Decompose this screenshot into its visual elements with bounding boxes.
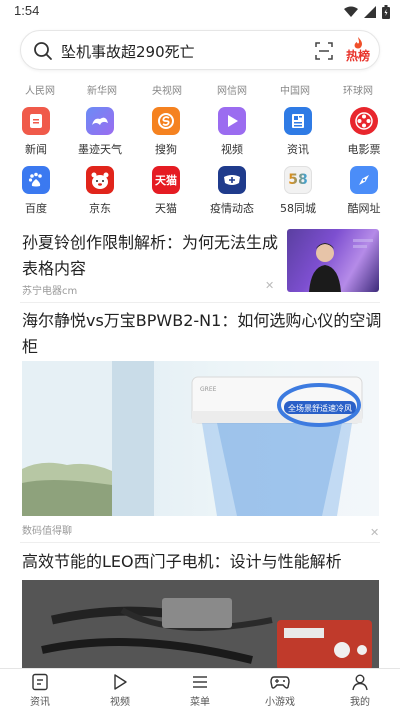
nav-games[interactable]: 小游戏 (250, 673, 310, 708)
divider (20, 302, 380, 303)
nav-profile[interactable]: 我的 (330, 673, 390, 708)
app-news[interactable]: 新闻 (8, 107, 64, 157)
news-source: 苏宁电器cm (22, 286, 78, 297)
site-link-renmin[interactable]: 人民网 (10, 82, 70, 97)
news-nav-icon (32, 673, 48, 691)
menu-icon (193, 676, 207, 688)
nav-menu[interactable]: 菜单 (170, 673, 230, 708)
site-link-xinhua[interactable]: 新华网 (72, 82, 132, 97)
info-app-icon (284, 107, 312, 135)
flame-icon (354, 37, 362, 49)
person-portrait-image (309, 239, 373, 292)
app-label: 疫情动态 (210, 202, 254, 215)
nav-label: 菜单 (190, 697, 210, 708)
jd-app-icon (86, 166, 114, 194)
status-time: 1:54 (14, 3, 40, 18)
nav-news[interactable]: 资讯 (10, 673, 70, 708)
dismiss-icon[interactable]: ✕ (370, 526, 379, 539)
app-label: 视频 (221, 143, 243, 156)
app-label: 墨迹天气 (78, 143, 122, 156)
app-movie-ticket[interactable]: 电影票 (336, 107, 392, 157)
site-link-wangxin[interactable]: 网信网 (202, 82, 262, 97)
dismiss-icon[interactable]: ✕ (265, 279, 274, 292)
app-tmall[interactable]: 天猫 天猫 (138, 166, 194, 216)
search-input[interactable]: 坠机事故超290死亡 (61, 41, 195, 62)
news-title[interactable]: 孙夏铃创作限制解析：为何无法生成 表格内容 (22, 230, 282, 282)
status-bar: 1:54 (0, 0, 400, 24)
battery-icon (382, 5, 390, 19)
app-video[interactable]: 视频 (204, 107, 260, 157)
app-label: 58同城 (280, 202, 316, 215)
news-title-line2: 表格内容 (22, 259, 87, 278)
epidemic-app-icon (218, 166, 246, 194)
motor-image (22, 580, 379, 670)
app-label: 京东 (89, 202, 111, 215)
site-link-cctv[interactable]: 央视网 (137, 82, 197, 97)
news-thumbnail[interactable] (287, 229, 379, 292)
app-label: 电影票 (347, 143, 381, 156)
app-label: 百度 (25, 202, 47, 215)
app-58tongcheng[interactable]: 58 58同城 (270, 166, 326, 216)
movie-ticket-app-icon (350, 107, 378, 135)
app-weather[interactable]: 墨迹天气 (72, 107, 128, 157)
app-cool-sites[interactable]: 酷网址 (336, 166, 392, 216)
app-epidemic[interactable]: 疫情动态 (204, 166, 260, 216)
hot-list-label: 热榜 (345, 49, 370, 63)
search-box[interactable]: 坠机事故超290死亡 热榜 (20, 30, 380, 70)
app-label: 酷网址 (347, 202, 381, 215)
app-info[interactable]: 资讯 (270, 107, 326, 157)
app-label: 资讯 (287, 143, 309, 156)
nav-label: 小游戏 (265, 697, 295, 708)
search-icon (34, 42, 52, 60)
air-conditioner-image: GREE 全场景舒适速冷风 (22, 361, 363, 516)
svg-text:GREE: GREE (200, 386, 217, 393)
site-links-row: 人民网 新华网 央视网 网信网 中国网 环球网 (0, 82, 400, 98)
nav-video[interactable]: 视频 (90, 673, 150, 708)
app-sogou[interactable]: 搜狗 (138, 107, 194, 157)
banner-text: 全场景舒适速冷风 (288, 403, 352, 413)
app-label: 天猫 (155, 202, 177, 215)
video-app-icon (218, 107, 246, 135)
58-tile-text: 58 (288, 172, 308, 188)
tmall-app-icon: 天猫 (152, 166, 180, 194)
news-app-icon (22, 107, 50, 135)
scan-icon[interactable] (315, 42, 333, 60)
site-link-huanqiu[interactable]: 环球网 (328, 82, 388, 97)
news-image-motor[interactable] (22, 580, 379, 670)
signal-icon (364, 6, 376, 18)
nav-label: 视频 (110, 697, 130, 708)
wifi-icon (344, 6, 358, 17)
58tongcheng-app-icon: 58 (284, 166, 312, 194)
gamepad-icon (270, 676, 290, 689)
hot-list-button[interactable]: 热榜 (343, 36, 373, 66)
news-source: 数码值得聊 (22, 526, 72, 537)
news-title[interactable]: 高效节能的LEO西门子电机：设计与性能解析 (22, 549, 382, 575)
site-link-china[interactable]: 中国网 (265, 82, 325, 97)
sogou-app-icon (152, 107, 180, 135)
person-icon (352, 674, 368, 691)
news-image-air-conditioner[interactable]: GREE 全场景舒适速冷风 (22, 361, 379, 516)
news-title-line1: 孙夏铃创作限制解析：为何无法生成 (22, 233, 279, 252)
app-label: 新闻 (25, 143, 47, 156)
divider (20, 542, 380, 543)
news-title-line1: 海尔静悦vs万宝BPWB2-N1：如何选购心仪的空调柜 (22, 311, 382, 356)
nav-label: 资讯 (30, 697, 50, 708)
status-icons (344, 4, 390, 20)
nav-label: 我的 (350, 697, 370, 708)
weather-app-icon (86, 107, 114, 135)
compass-app-icon (350, 166, 378, 194)
app-label: 搜狗 (155, 143, 177, 156)
bottom-nav: 资讯 视频 菜单 小游戏 我的 (0, 668, 400, 712)
baidu-app-icon (22, 166, 50, 194)
play-icon (114, 674, 127, 690)
tmall-tile-text: 天猫 (155, 174, 177, 187)
app-baidu[interactable]: 百度 (8, 166, 64, 216)
app-jd[interactable]: 京东 (72, 166, 128, 216)
